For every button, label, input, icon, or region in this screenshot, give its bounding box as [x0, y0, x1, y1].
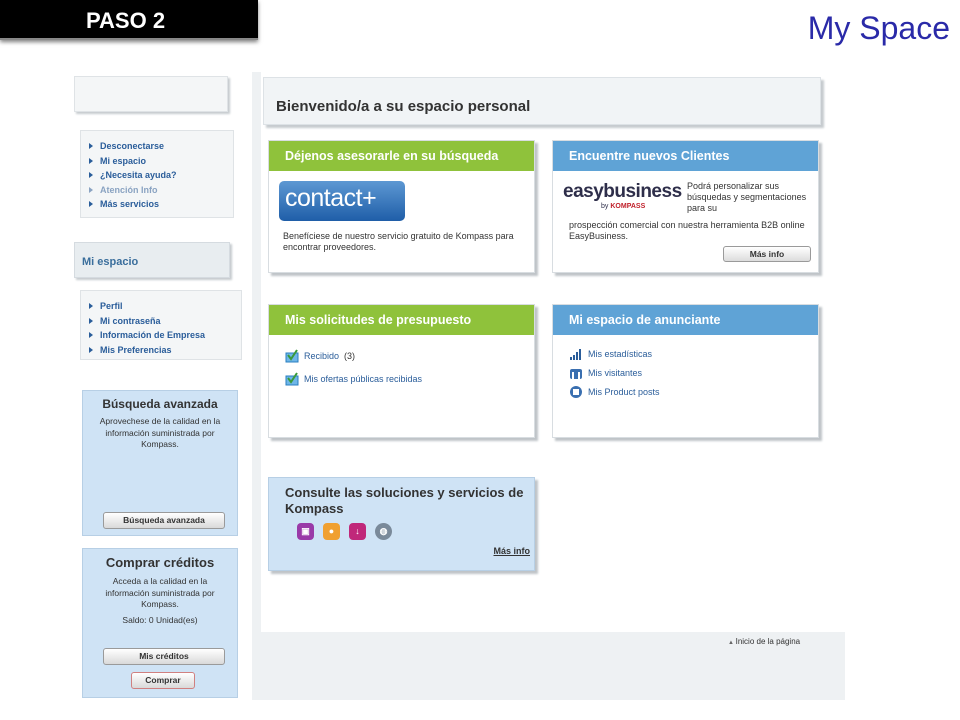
- product-posts-row[interactable]: Mis Product posts: [569, 385, 660, 399]
- clientes-card: Encuentre nuevos Clientes easybusiness b…: [552, 140, 819, 273]
- clientes-text-long: prospección comercial con nuestra herram…: [569, 220, 805, 241]
- nav-item-ayuda[interactable]: ¿Necesita ayuda?: [85, 168, 177, 183]
- easybusiness-brand: KOMPASS: [610, 203, 646, 210]
- top-of-page-link[interactable]: Inicio de la página: [728, 637, 801, 646]
- nav-item-contrasena[interactable]: Mi contraseña: [85, 314, 205, 329]
- nav-item-mas-servicios[interactable]: Más servicios: [85, 197, 177, 212]
- sidebar-top-box: [74, 76, 228, 112]
- inbox-check-icon: [285, 349, 299, 363]
- asesorar-title: Déjenos asesorarle en su búsqueda: [269, 141, 534, 171]
- step-label: PASO 2: [86, 8, 166, 33]
- badge-icon[interactable]: ●: [323, 523, 340, 540]
- ofertas-label[interactable]: Mis ofertas públicas recibidas: [304, 374, 422, 384]
- anunciante-card: Mi espacio de anunciante Mis estadística…: [552, 304, 819, 438]
- download-icon[interactable]: ↓: [349, 523, 366, 540]
- mi-espacio-box: Perfil Mi contraseña Información de Empr…: [80, 290, 242, 360]
- comprar-button[interactable]: Comprar: [131, 672, 195, 689]
- mis-creditos-button[interactable]: Mis créditos: [103, 648, 225, 665]
- recibido-label[interactable]: Recibido: [304, 351, 339, 361]
- left-sidebar: Desconectarse Mi espacio ¿Necesita ayuda…: [72, 72, 252, 700]
- busqueda-panel: Búsqueda avanzada Aprovechese de la cali…: [82, 390, 238, 536]
- easybusiness-by-text: by: [601, 203, 609, 210]
- step-badge: PASO 2: [0, 0, 258, 40]
- visitors-icon: [570, 369, 582, 379]
- anunciante-title: Mi espacio de anunciante: [553, 305, 818, 335]
- clientes-title: Encuentre nuevos Clientes: [553, 141, 818, 171]
- clientes-mas-info-button[interactable]: Más info: [723, 246, 811, 262]
- main-nav-box: Desconectarse Mi espacio ¿Necesita ayuda…: [80, 130, 234, 218]
- globe-icon[interactable]: ◍: [375, 523, 392, 540]
- creditos-text: Acceda a la calidad en la información su…: [105, 576, 215, 609]
- recibido-row[interactable]: Recibido (3): [285, 349, 355, 363]
- easybusiness-logo-by: by KOMPASS: [601, 203, 645, 210]
- contact-plus-logo[interactable]: contact+ by KOMPASS: [279, 181, 405, 231]
- bar-stats-icon: [570, 349, 581, 360]
- main-nav: Desconectarse Mi espacio ¿Necesita ayuda…: [85, 139, 177, 212]
- estadisticas-row[interactable]: Mis estadísticas: [569, 347, 652, 361]
- product-posts-label[interactable]: Mis Product posts: [588, 387, 660, 397]
- welcome-header: Bienvenido/a a su espacio personal: [263, 77, 821, 125]
- nav-item-atencion-info[interactable]: Atención Info: [85, 183, 177, 198]
- nav-item-preferencias[interactable]: Mis Preferencias: [85, 343, 205, 358]
- asesorar-card: Déjenos asesorarle en su búsqueda contac…: [268, 140, 535, 273]
- busqueda-title: Búsqueda avanzada: [102, 397, 218, 411]
- inbox-check-icon: [285, 372, 299, 386]
- soluciones-icons: ▣ ● ↓ ◍: [297, 523, 392, 540]
- main-content: Bienvenido/a a su espacio personal Déjen…: [261, 72, 845, 646]
- slide-title: My Space: [807, 10, 950, 46]
- visitantes-label[interactable]: Mis visitantes: [588, 368, 642, 378]
- busqueda-button[interactable]: Búsqueda avanzada: [103, 512, 225, 529]
- creditos-saldo: Saldo: 0 Unidad(es): [122, 614, 198, 625]
- mi-espacio-title: Mi espacio: [82, 256, 139, 268]
- soluciones-card: Consulte las soluciones y servicios de K…: [268, 477, 535, 571]
- easybusiness-logo[interactable]: easybusiness: [563, 181, 682, 203]
- nav-item-perfil[interactable]: Perfil: [85, 299, 205, 314]
- mi-espacio-nav: Perfil Mi contraseña Información de Empr…: [85, 299, 205, 357]
- product-posts-icon: [570, 386, 582, 398]
- asesorar-text: Benefíciese de nuestro servicio gratuito…: [283, 231, 514, 252]
- clientes-text-short: Podrá personalizar sus búsquedas y segme…: [687, 181, 807, 213]
- nav-item-desconectarse[interactable]: Desconectarse: [85, 139, 177, 154]
- contact-plus-logo-text: contact+: [285, 184, 377, 212]
- recibido-count: (3): [344, 351, 356, 361]
- welcome-title: Bienvenido/a a su espacio personal: [276, 98, 531, 115]
- busqueda-text: Aprovechese de la calidad en la informac…: [99, 416, 221, 449]
- creditos-panel: Comprar créditos Acceda a la calidad en …: [82, 548, 238, 698]
- soluciones-title: Consulte las soluciones y servicios de K…: [285, 485, 524, 516]
- nav-item-mi-espacio[interactable]: Mi espacio: [85, 154, 177, 169]
- ofertas-row[interactable]: Mis ofertas públicas recibidas: [285, 372, 422, 386]
- screenshot-frame: Desconectarse Mi espacio ¿Necesita ayuda…: [72, 72, 845, 700]
- creditos-title: Comprar créditos: [105, 555, 215, 570]
- solicitudes-card: Mis solicitudes de presupuesto Recibido …: [268, 304, 535, 438]
- catalog-icon[interactable]: ▣: [297, 523, 314, 540]
- visitantes-row[interactable]: Mis visitantes: [569, 366, 642, 380]
- mi-espacio-header: Mi espacio: [74, 242, 230, 278]
- estadisticas-label[interactable]: Mis estadísticas: [588, 349, 652, 359]
- nav-item-info-empresa[interactable]: Información de Empresa: [85, 328, 205, 343]
- solicitudes-title: Mis solicitudes de presupuesto: [269, 305, 534, 335]
- soluciones-mas-info-link[interactable]: Más info: [493, 546, 530, 556]
